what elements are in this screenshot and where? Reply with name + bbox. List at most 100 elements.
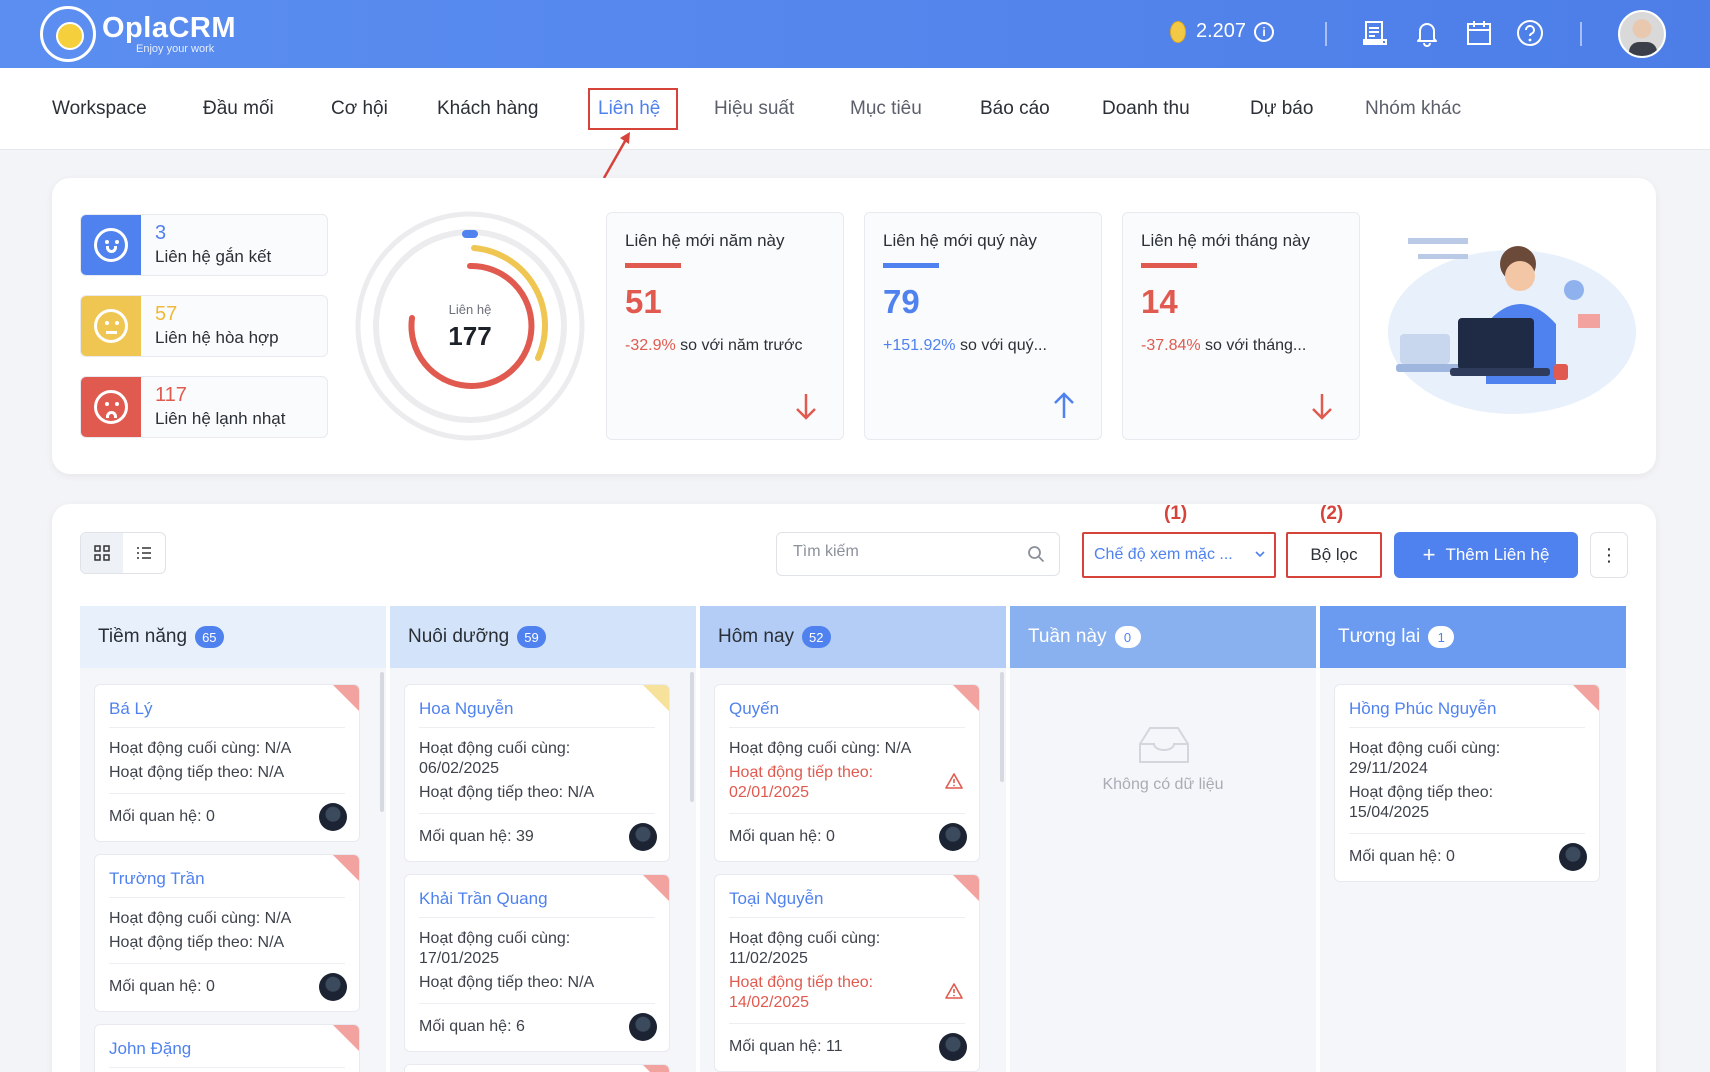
column-scrollbar[interactable] <box>380 672 384 812</box>
plus-icon: + <box>1422 542 1436 567</box>
app-logo[interactable]: OplaCRM Enjoy your work <box>40 6 236 62</box>
owner-avatar[interactable] <box>319 803 347 831</box>
neutral-face-icon <box>94 309 128 343</box>
divider <box>1325 22 1327 46</box>
brand-name: OplaCRM <box>102 12 236 44</box>
relation-swatch <box>81 296 141 356</box>
nav-customers[interactable]: Khách hàng <box>437 98 538 120</box>
add-contact-label: Thêm Liên hệ <box>1445 545 1550 564</box>
stat-card-quarter[interactable]: Liên hệ mới quý này 79 +151.92% so với q… <box>864 212 1102 440</box>
next-activity-date: 02/01/2025 <box>729 784 810 801</box>
add-contact-button[interactable]: + Thêm Liên hệ <box>1394 532 1578 578</box>
contact-card[interactable]: Bá Lý Hoạt động cuối cùng: N/A Hoạt động… <box>94 684 360 842</box>
view-mode-value: Chế độ xem mặc ... <box>1094 546 1233 563</box>
warning-icon <box>945 773 963 789</box>
column-header: Tiềm năng 65 <box>80 606 386 668</box>
column-scrollbar[interactable] <box>1000 672 1004 782</box>
contact-card[interactable]: Quyến Hoạt động cuối cùng: N/A Hoạt động… <box>714 684 980 862</box>
bell-icon[interactable] <box>1412 18 1442 48</box>
contact-name[interactable]: John Đặng <box>109 1039 191 1059</box>
column-header: Tuần này 0 <box>1010 606 1316 668</box>
stat-accent <box>1141 263 1197 268</box>
credit-balance[interactable]: 2.207 i <box>1170 20 1275 43</box>
contact-name[interactable]: Hoa Nguyễn <box>419 699 514 719</box>
arrow-up-icon <box>1054 392 1074 418</box>
column-scrollbar[interactable] <box>690 672 694 802</box>
grid-view-icon[interactable] <box>81 533 123 573</box>
contact-name[interactable]: Trường Trần <box>109 869 205 889</box>
relationship-count: Mối quan hệ: 0 <box>109 808 215 825</box>
contact-name[interactable]: Bá Lý <box>109 699 152 719</box>
contact-card[interactable]: Trường Trần Hoạt động cuối cùng: N/A Hoạ… <box>94 854 360 1012</box>
column-count-badge: 59 <box>517 626 546 648</box>
user-avatar[interactable] <box>1618 10 1666 58</box>
owner-avatar[interactable] <box>1559 843 1587 871</box>
contact-name[interactable]: Toại Nguyễn <box>729 889 824 909</box>
brand-slogan: Enjoy your work <box>136 43 215 55</box>
contact-name[interactable]: Khải Trần Quang <box>419 889 548 909</box>
warning-icon <box>945 983 963 999</box>
nav-leads[interactable]: Đầu mối <box>203 98 274 120</box>
relation-harmonious[interactable]: 57 Liên hệ hòa hợp <box>80 295 328 357</box>
nav-goals[interactable]: Mục tiêu <box>850 98 922 120</box>
annotation-marker-1: (1) <box>1164 503 1188 524</box>
contact-name[interactable]: Hồng Phúc Nguyễn <box>1349 699 1496 719</box>
column-title: Tương lai <box>1338 626 1421 647</box>
top-header: OplaCRM Enjoy your work 2.207 i <box>0 0 1710 68</box>
last-activity-label: Hoạt động cuối cùng: <box>419 740 571 757</box>
relation-engaged[interactable]: 3 Liên hệ gắn kết <box>80 214 328 276</box>
calendar-icon[interactable] <box>1464 18 1494 48</box>
priority-flag <box>643 875 669 901</box>
column-title: Tiềm năng <box>98 626 188 647</box>
contact-card[interactable]: John Đặng <box>94 1024 360 1072</box>
empty-state-text: Không có dữ liệu <box>1102 776 1224 793</box>
nav-forecast[interactable]: Dự báo <box>1250 98 1313 120</box>
relation-count: 3 <box>155 222 167 244</box>
view-mode-select[interactable]: Chế độ xem mặc ... <box>1082 532 1276 578</box>
list-view-icon[interactable] <box>123 533 165 573</box>
stat-value: 51 <box>625 283 662 320</box>
next-activity-label: Hoạt động tiếp theo: <box>729 974 874 991</box>
stat-card-month[interactable]: Liên hệ mới tháng này 14 -37.84% so với … <box>1122 212 1360 440</box>
nav-performance[interactable]: Hiệu suất <box>714 98 794 120</box>
help-icon[interactable] <box>1515 18 1545 48</box>
owner-avatar[interactable] <box>939 823 967 851</box>
stat-compare: -32.9% so với năm trước <box>625 337 803 354</box>
next-activity-date: 14/02/2025 <box>729 994 810 1011</box>
contact-name[interactable]: Quyến <box>729 699 779 719</box>
owner-avatar[interactable] <box>629 823 657 851</box>
chevron-down-icon <box>1255 551 1265 558</box>
owner-avatar[interactable] <box>939 1033 967 1061</box>
priority-flag <box>333 685 359 711</box>
search-icon[interactable] <box>1027 545 1045 563</box>
relation-label: Liên hệ hòa hợp <box>155 328 279 347</box>
nav-reports[interactable]: Báo cáo <box>980 98 1050 120</box>
owner-avatar[interactable] <box>319 973 347 1001</box>
nav-workspace[interactable]: Workspace <box>52 98 147 120</box>
owner-avatar[interactable] <box>629 1013 657 1041</box>
column-count-badge: 1 <box>1428 626 1455 648</box>
column-today: Hôm nay 52 Quyến Hoạt động cuối cùng: N/… <box>700 606 1006 1072</box>
filter-button[interactable]: Bộ lọc <box>1286 532 1382 578</box>
donut-total: 177 <box>448 321 492 351</box>
last-activity-date: 06/02/2025 <box>419 760 500 777</box>
nav-other-groups[interactable]: Nhóm khác <box>1365 98 1461 120</box>
contact-card[interactable]: Hoa Nguyễn Hoạt động cuối cùng: 06/02/20… <box>404 684 670 862</box>
search-input[interactable] <box>793 543 1013 561</box>
relation-cold[interactable]: 117 Liên hệ lạnh nhạt <box>80 376 328 438</box>
info-icon[interactable]: i <box>1254 21 1275 42</box>
contact-card[interactable]: Khải Trần Quang Hoạt động cuối cùng: 17/… <box>404 874 670 1052</box>
report-icon[interactable] <box>1360 18 1390 48</box>
more-options-icon[interactable]: ⋮ <box>1590 532 1628 578</box>
contact-card[interactable]: Toại Nguyễn Hoạt động cuối cùng: 11/02/2… <box>714 874 980 1072</box>
relationship-count: Mối quan hệ: 0 <box>1349 848 1455 865</box>
column-nurturing: Nuôi dưỡng 59 Hoa Nguyễn Hoạt động cuối … <box>390 606 696 1072</box>
nav-revenue[interactable]: Doanh thu <box>1102 98 1190 120</box>
contacts-board-panel: (1) Chế độ xem mặc ... (2) Bộ lọc + Thêm… <box>52 503 1656 1072</box>
contact-card[interactable]: Hồng Phúc Nguyễn Hoạt động cuối cùng: 29… <box>1334 684 1600 882</box>
contact-card[interactable] <box>404 1064 670 1072</box>
priority-flag <box>953 875 979 901</box>
stat-card-year[interactable]: Liên hệ mới năm này 51 -32.9% so với năm… <box>606 212 844 440</box>
stat-compare: -37.84% so với tháng... <box>1141 337 1307 354</box>
nav-opportunities[interactable]: Cơ hội <box>331 98 388 120</box>
